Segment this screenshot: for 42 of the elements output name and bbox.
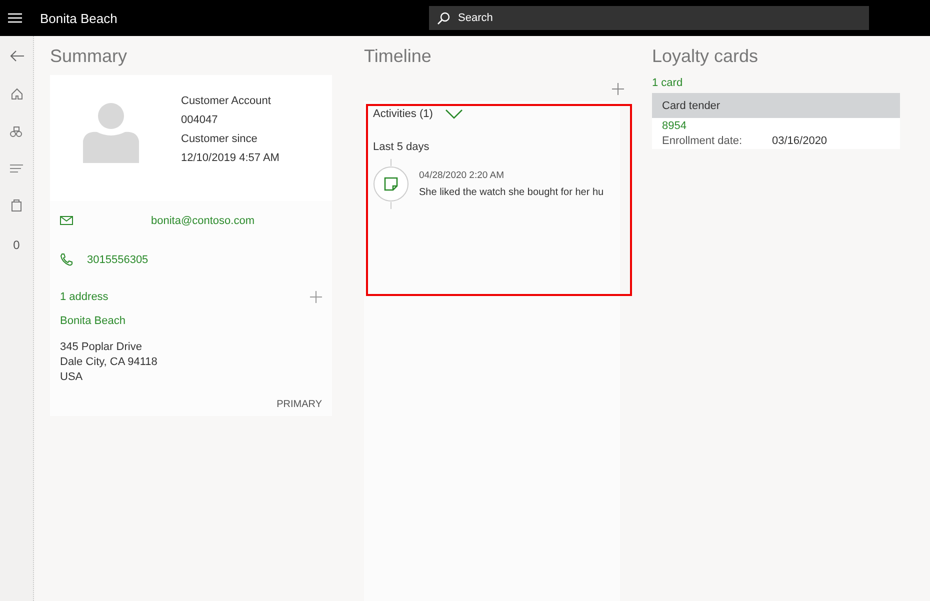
mail-icon: [60, 216, 73, 225]
field-label: Customer Account: [181, 95, 272, 107]
search-input[interactable]: Search: [456, 11, 869, 25]
address-line: 345 Poplar Drive: [60, 341, 143, 353]
page-title: Bonita Beach: [40, 10, 118, 26]
phone-link[interactable]: 3015556305: [87, 254, 148, 266]
phone-icon: [60, 253, 73, 266]
search-field[interactable]: Search: [429, 6, 869, 30]
chevron-icon[interactable]: [444, 109, 463, 119]
activities-label: Activities (1): [373, 108, 433, 120]
section-title: Timeline: [364, 46, 432, 67]
address-tag: PRIMARY: [276, 399, 322, 410]
address-count: 1 address: [60, 291, 108, 303]
address-name[interactable]: Bonita Beach: [60, 315, 322, 327]
card-count: 1 card: [652, 77, 684, 89]
home-icon[interactable]: [10, 88, 22, 100]
menu-icon[interactable]: [8, 13, 22, 23]
field-label: Enrollment date:: [662, 135, 744, 147]
field-value: 12/10/2019 4:57 AM: [181, 152, 280, 164]
back-icon[interactable]: [10, 50, 24, 62]
add-icon[interactable]: [310, 291, 322, 303]
activity-time: 04/28/2020 2:20 AM: [419, 170, 506, 181]
section-title: Loyalty cards: [652, 46, 760, 67]
search-icon: [437, 12, 450, 24]
avatar-icon: [83, 101, 139, 163]
card-tender-header: Card tender: [652, 93, 900, 118]
activity-text: She liked the watch she bought for her hu: [419, 187, 604, 198]
period-label: Last 5 days: [373, 141, 430, 153]
field-label: Customer since: [181, 133, 258, 145]
address-line: Dale City, CA 94118: [60, 356, 158, 368]
list-icon[interactable]: [10, 164, 23, 173]
card-number[interactable]: 8954: [662, 120, 890, 132]
boxes-icon[interactable]: [10, 126, 23, 138]
field-value: 004047: [181, 114, 219, 126]
note-icon: [373, 159, 409, 209]
bag-icon[interactable]: [11, 199, 22, 212]
cart-count: 0: [13, 238, 20, 252]
address-line: USA: [60, 371, 84, 383]
add-icon[interactable]: [612, 83, 624, 95]
section-title: Summary: [50, 46, 128, 67]
field-value: 03/16/2020: [772, 135, 828, 147]
email-link[interactable]: bonita@contoso.com: [151, 214, 255, 226]
